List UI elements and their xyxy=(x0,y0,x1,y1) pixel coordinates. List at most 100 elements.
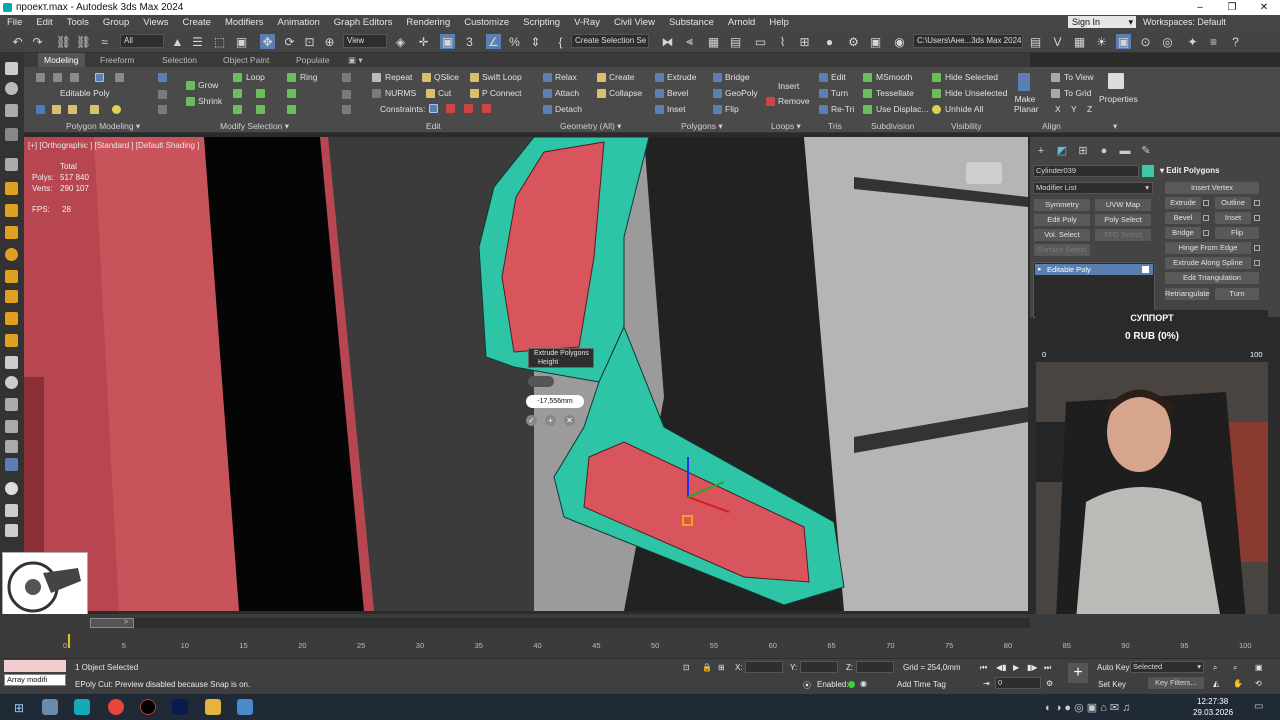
help-icon[interactable]: ? xyxy=(1228,34,1243,49)
caddy-apply-icon[interactable]: + xyxy=(545,415,556,426)
select-by-name-icon[interactable]: ☰ xyxy=(190,34,205,49)
surface-select-button[interactable]: Surface Select xyxy=(1034,244,1090,256)
isolate-selection-icon[interactable]: ⊡ xyxy=(683,663,690,672)
cp-bevel-button[interactable]: Bevel xyxy=(1165,212,1201,224)
use-soft-selection-icon[interactable] xyxy=(68,105,77,114)
edit-tris-button[interactable]: Edit xyxy=(831,72,846,83)
box-icon[interactable] xyxy=(5,356,18,369)
menu-substance[interactable]: Substance xyxy=(662,17,721,28)
key-filter-selection-dropdown[interactable]: Selected ▾ xyxy=(1130,661,1204,673)
render-setup-icon[interactable]: ⚙ xyxy=(846,34,861,49)
system-tray-icons[interactable]: ◐ ◑ ● ◎ ▣ ⌂ ✉ ♫ xyxy=(1045,701,1130,714)
pan-icon[interactable]: ✋ xyxy=(1233,679,1243,688)
time-slider-next-icon[interactable]: > xyxy=(124,619,128,626)
viewport-label[interactable]: [+] [Orthographic ] [Standard ] [Default… xyxy=(28,141,199,150)
msmooth-button[interactable]: MSmooth xyxy=(876,72,912,83)
ribbon-toggle-icon[interactable]: ▭ xyxy=(753,34,768,49)
geopoly-icon[interactable] xyxy=(713,89,722,98)
insert-loop-button[interactable]: Insert xyxy=(778,81,799,92)
group-polygon-modeling[interactable]: Polygon Modeling ▾ xyxy=(66,121,140,132)
x-coord-field[interactable] xyxy=(745,661,783,673)
next-frame-icon[interactable]: ▮▶ xyxy=(1027,663,1038,672)
current-frame-field[interactable]: 0 xyxy=(995,677,1041,689)
bevel-button[interactable]: Bevel xyxy=(667,88,688,99)
angle-snap-icon[interactable]: ∠ xyxy=(486,34,501,49)
pyramid-icon[interactable] xyxy=(5,398,18,411)
qslice-button[interactable]: QSlice xyxy=(434,72,459,83)
tab-freeform[interactable]: Freeform xyxy=(100,53,134,67)
swift-loop-button[interactable]: Swift Loop xyxy=(482,72,522,83)
menu-file[interactable]: File xyxy=(0,17,29,28)
mirror-icon[interactable]: ⧓ xyxy=(660,34,675,49)
shrink-icon[interactable] xyxy=(186,97,195,106)
flip-button[interactable]: Flip xyxy=(725,104,739,115)
retriangulate-button[interactable]: Retriangulate xyxy=(1165,288,1210,300)
bind-spacewarp-icon[interactable]: ≈ xyxy=(97,34,112,49)
curve-editor-icon[interactable]: ⌇ xyxy=(775,34,790,49)
rect-selection-icon[interactable]: ⬚ xyxy=(212,34,227,49)
menu-rendering[interactable]: Rendering xyxy=(399,17,457,28)
search-icon[interactable] xyxy=(42,699,58,715)
edge-mode-icon[interactable] xyxy=(53,73,62,82)
menu-modifiers[interactable]: Modifiers xyxy=(218,17,271,28)
cameras-icon[interactable] xyxy=(5,158,18,171)
caddy-ok-icon[interactable]: ✓ xyxy=(526,415,537,426)
use-displacement-button[interactable]: Use Displac... xyxy=(876,104,928,115)
notifications-icon[interactable]: ▭ xyxy=(1254,701,1263,712)
loop-icon[interactable] xyxy=(233,73,242,82)
spinner-snap-icon[interactable]: ⇕ xyxy=(528,34,543,49)
time-slider-track[interactable] xyxy=(90,618,1030,628)
menu-animation[interactable]: Animation xyxy=(271,17,327,28)
rotate-icon[interactable]: ⟳ xyxy=(282,34,297,49)
selection-lock-icon[interactable]: 🔒 xyxy=(702,663,712,672)
undo-icon[interactable]: ↶ xyxy=(10,34,25,49)
swift-loop-icon[interactable] xyxy=(470,73,479,82)
group-loops[interactable]: Loops ▾ xyxy=(771,121,801,132)
to-view-button[interactable]: To View xyxy=(1064,72,1094,83)
plugin-icon[interactable]: ✦ xyxy=(1185,34,1200,49)
inset-settings-icon[interactable] xyxy=(1254,215,1260,221)
set-project-folder-icon[interactable]: ▤ xyxy=(1028,34,1043,49)
ffd-select-button[interactable]: FFD Select xyxy=(1095,229,1151,241)
make-planar-icon[interactable] xyxy=(1018,73,1030,91)
time-configuration-icon[interactable]: ⚙ xyxy=(1046,679,1053,688)
arnold-render-icon[interactable]: ⊙ xyxy=(1138,34,1153,49)
maxscript-input[interactable]: Array modifi xyxy=(4,674,66,686)
use-displacement-icon[interactable] xyxy=(863,105,872,114)
menu-tools[interactable]: Tools xyxy=(60,17,96,28)
absolute-mode-icon[interactable]: ⊞ xyxy=(718,663,725,672)
unhide-all-icon[interactable] xyxy=(932,105,941,114)
edit-tris-icon[interactable] xyxy=(819,73,828,82)
p-connect-button[interactable]: P Connect xyxy=(482,88,522,99)
extrude-settings-icon[interactable] xyxy=(1203,200,1209,206)
element-mode-icon[interactable] xyxy=(115,73,124,82)
helpers-icon[interactable] xyxy=(5,182,18,195)
vray-fur-icon[interactable] xyxy=(5,312,18,325)
tessellate-icon[interactable] xyxy=(863,89,872,98)
show-cage-icon[interactable] xyxy=(90,105,99,114)
insert-vertex-button[interactable]: Insert Vertex xyxy=(1165,182,1259,194)
dot-loop-icon[interactable] xyxy=(256,105,265,114)
loop-mode-icon[interactable] xyxy=(233,105,242,114)
caddy-height-icon[interactable] xyxy=(528,376,554,387)
restore-button[interactable]: ❐ xyxy=(1216,0,1248,15)
inset-button[interactable]: Inset xyxy=(667,104,685,115)
extrude-button[interactable]: Extrude xyxy=(667,72,696,83)
group-geometry[interactable]: Geometry (All) ▾ xyxy=(560,121,621,132)
detach-icon[interactable] xyxy=(543,105,552,114)
orbit-icon[interactable]: ⟲ xyxy=(1255,679,1262,688)
3dsmax-taskbar-icon[interactable] xyxy=(74,699,90,715)
turn-button[interactable]: Turn xyxy=(831,88,848,99)
create-panel-icon[interactable] xyxy=(5,62,18,75)
previous-frame-icon[interactable]: ◀▮ xyxy=(996,663,1007,672)
loop-button[interactable]: Loop xyxy=(246,72,265,83)
menu-views[interactable]: Views xyxy=(136,17,175,28)
obs-icon[interactable] xyxy=(140,699,156,715)
ring-icon[interactable] xyxy=(287,73,296,82)
sphere-icon[interactable] xyxy=(5,82,18,95)
material-editor-icon[interactable]: ● xyxy=(822,34,837,49)
vol-select-button[interactable]: Vol. Select xyxy=(1034,229,1090,241)
flip-icon[interactable] xyxy=(713,105,722,114)
selection-preview-icon[interactable] xyxy=(158,73,167,82)
photoshop-icon[interactable] xyxy=(172,699,188,715)
